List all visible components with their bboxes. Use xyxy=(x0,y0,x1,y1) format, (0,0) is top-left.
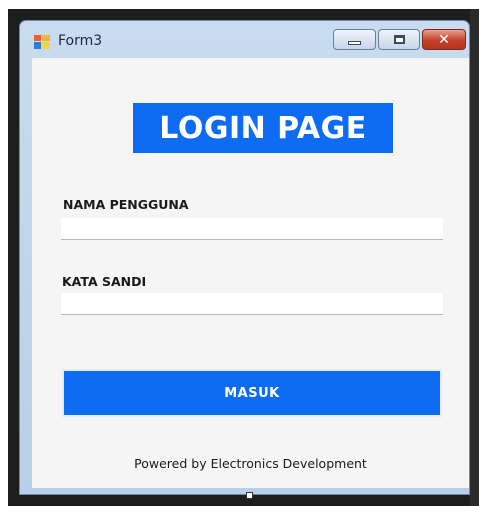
password-label: KATA SANDI xyxy=(62,274,147,289)
form-app-icon xyxy=(34,35,50,49)
page-title: LOGIN PAGE xyxy=(133,103,393,153)
resize-handle[interactable] xyxy=(246,492,253,499)
username-input[interactable] xyxy=(61,218,443,240)
login-button[interactable]: MASUK xyxy=(62,369,442,417)
maximize-icon xyxy=(393,35,405,44)
title-bar[interactable]: Form3 ✕ xyxy=(20,21,469,57)
maximize-button[interactable] xyxy=(378,29,420,50)
designer-edge xyxy=(470,9,479,506)
close-button[interactable]: ✕ xyxy=(422,29,466,50)
footer-text: Powered by Electronics Development xyxy=(134,456,367,471)
close-icon: ✕ xyxy=(438,31,450,48)
minimize-button[interactable] xyxy=(333,29,376,50)
password-input[interactable] xyxy=(61,293,443,315)
form-window: Form3 ✕ LOGIN PAGE NAMA PENGGUNA KATA SA… xyxy=(19,20,470,495)
minimize-icon xyxy=(348,40,361,45)
form-client-area: LOGIN PAGE NAMA PENGGUNA KATA SANDI MASU… xyxy=(32,58,469,488)
window-title: Form3 xyxy=(58,33,103,49)
username-label: NAMA PENGGUNA xyxy=(63,197,189,212)
